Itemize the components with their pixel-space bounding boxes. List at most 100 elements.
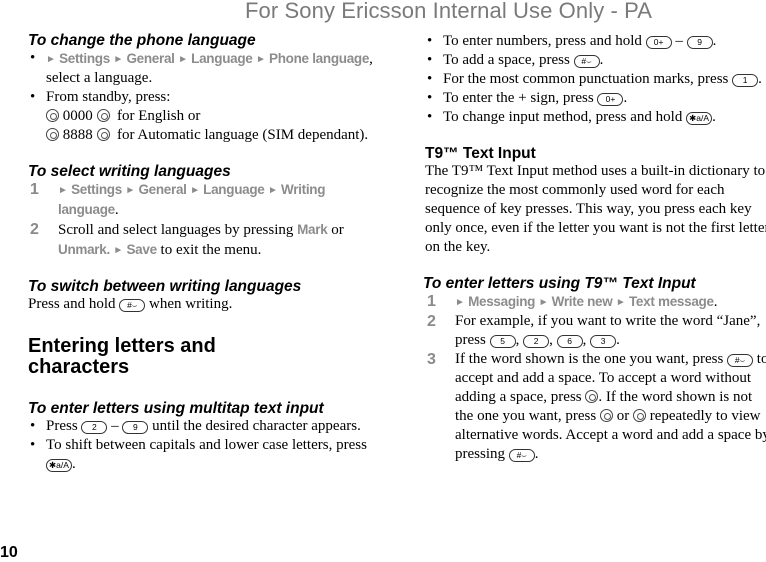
text: – <box>671 33 687 49</box>
key-2-icon: 2 <box>81 421 108 434</box>
list-item: Press 2 – 9 until the desired character … <box>28 417 378 436</box>
arrow-right-icon: ► <box>190 185 200 196</box>
heading-multitap: To enter letters using multitap text inp… <box>28 400 324 417</box>
menu-item: Phone language <box>269 51 370 66</box>
menu-item: General <box>138 182 187 197</box>
arrow-right-icon: ► <box>267 185 278 196</box>
arrow-right-icon: ► <box>113 54 123 65</box>
star-key-icon: ✱a/A <box>686 112 713 125</box>
heading-switch-writing-languages: To switch between writing languages <box>28 278 302 295</box>
text: If the word shown is the one you want, p… <box>455 351 728 367</box>
menu-path: ► Settings ► General ► Language ► Phone … <box>46 51 369 66</box>
input-tips-list: To enter numbers, press and hold 0+ – 9.… <box>425 32 766 127</box>
step-number: 3 <box>427 351 436 368</box>
key-2-icon: 2 <box>523 335 550 348</box>
heading-entering-letters: Entering letters and characters <box>28 335 216 378</box>
nav-key-right-icon <box>585 390 599 403</box>
softkey-unmark: Unmark <box>58 242 107 257</box>
code: 8888 <box>62 127 93 143</box>
text: . <box>599 52 604 68</box>
right-column: To enter numbers, press and hold 0+ – 9.… <box>423 32 766 464</box>
step-number: 2 <box>30 221 39 238</box>
text: to exit the menu. <box>156 242 262 258</box>
step-number: 1 <box>30 181 39 198</box>
menu-item: Settings <box>59 51 110 66</box>
text: . <box>712 33 717 49</box>
text: – <box>107 418 123 434</box>
text: To change input method, press and hold <box>443 109 687 125</box>
arrow-right-icon: ► <box>615 297 626 308</box>
heading-t9-enter-letters: To enter letters using T9™ Text Input <box>423 275 696 292</box>
arrow-right-icon: ► <box>538 297 549 308</box>
text: To shift between capitals and lower case… <box>46 437 367 453</box>
list-item: To enter the + sign, press 0+. <box>425 89 766 108</box>
nav-key-right-icon <box>96 109 110 122</box>
text: To add a space, press <box>443 52 574 68</box>
t9-steps: 1 ► Messaging ► Write new ► Text message… <box>425 292 766 464</box>
key-9-icon: 9 <box>686 36 713 49</box>
text: Press and hold <box>28 296 120 312</box>
text: To enter numbers, press and hold <box>443 33 646 49</box>
key-5-icon: 5 <box>489 335 516 348</box>
text: when writing. <box>145 296 233 312</box>
list-item: To add a space, press #⌣. <box>425 51 766 70</box>
key-3-icon: 3 <box>590 335 617 348</box>
nav-key-left-icon <box>46 128 59 141</box>
key-0-plus-icon: 0+ <box>645 36 672 49</box>
list-item: ► Settings ► General ► Language ► Phone … <box>28 49 378 88</box>
step-item: 2 Scroll and select languages by pressin… <box>30 221 344 258</box>
menu-item: Messaging <box>468 294 536 309</box>
left-column: To change the phone language ► Settings … <box>28 32 378 474</box>
text: From standby, press: <box>46 89 171 105</box>
menu-item: Language <box>203 182 265 197</box>
page-number: 10 <box>0 544 18 561</box>
list-item: For the most common punctuation marks, p… <box>425 70 766 89</box>
list-item: To shift between capitals and lower case… <box>28 436 378 474</box>
softkey-save: Save <box>126 242 157 257</box>
text: . <box>534 446 539 462</box>
heading-change-phone-language: To change the phone language <box>28 32 256 49</box>
step-item: 1 ► Settings ► General ► Language ► Writ… <box>28 180 378 220</box>
list-item: From standby, press: 0000 for English or… <box>28 88 378 145</box>
menu-path: ► Settings ► General ► Language ► Writin… <box>58 182 325 217</box>
t9-description: The T9™ Text Input method uses a built-i… <box>425 163 766 255</box>
arrow-right-icon: ► <box>46 54 56 65</box>
menu-item: Language <box>191 51 253 66</box>
arrow-right-icon: ► <box>455 297 465 308</box>
softkey-mark: Mark <box>297 222 328 237</box>
step-item: 2 For example, if you want to write the … <box>427 313 761 348</box>
text: for English or <box>117 108 201 124</box>
nav-key-up-icon <box>599 409 613 422</box>
arrow-right-icon: ► <box>255 54 266 65</box>
hash-key-icon: #⌣ <box>727 354 754 367</box>
change-language-list: ► Settings ► General ► Language ► Phone … <box>28 49 378 145</box>
list-item: To enter numbers, press and hold 0+ – 9. <box>425 32 766 51</box>
list-item: To change input method, press and hold ✱… <box>425 108 766 127</box>
menu-path: ► Messaging ► Write new ► Text message <box>455 294 714 309</box>
step-item: 3 If the word shown is the one you want,… <box>425 350 766 464</box>
menu-item: Settings <box>71 182 122 197</box>
arrow-right-icon: ► <box>113 245 123 256</box>
switch-paragraph: Press and hold #⌣ when writing. <box>28 295 378 314</box>
text: To enter the + sign, press <box>443 90 598 106</box>
menu-item: Write new <box>551 294 613 309</box>
text: . <box>623 90 628 106</box>
menu-item: Text message <box>628 294 714 309</box>
text: or <box>612 408 633 424</box>
arrow-right-icon: ► <box>178 54 188 65</box>
key-9-icon: 9 <box>122 421 149 434</box>
arrow-right-icon: ► <box>58 185 68 196</box>
nav-key-left-icon <box>46 109 59 122</box>
star-key-icon: ✱a/A <box>46 459 72 472</box>
hash-key-icon: #⌣ <box>119 299 146 312</box>
multitap-list: Press 2 – 9 until the desired character … <box>28 417 378 474</box>
key-6-icon: 6 <box>556 335 583 348</box>
hash-key-icon: #⌣ <box>573 55 600 68</box>
step-number: 1 <box>427 293 436 310</box>
text: . <box>114 202 119 218</box>
menu-item: General <box>126 51 175 66</box>
hash-key-icon: #⌣ <box>508 449 535 462</box>
text: or <box>327 222 344 238</box>
heading-t9-text-input: T9™ Text Input <box>425 145 536 162</box>
arrow-right-icon: ► <box>125 185 135 196</box>
